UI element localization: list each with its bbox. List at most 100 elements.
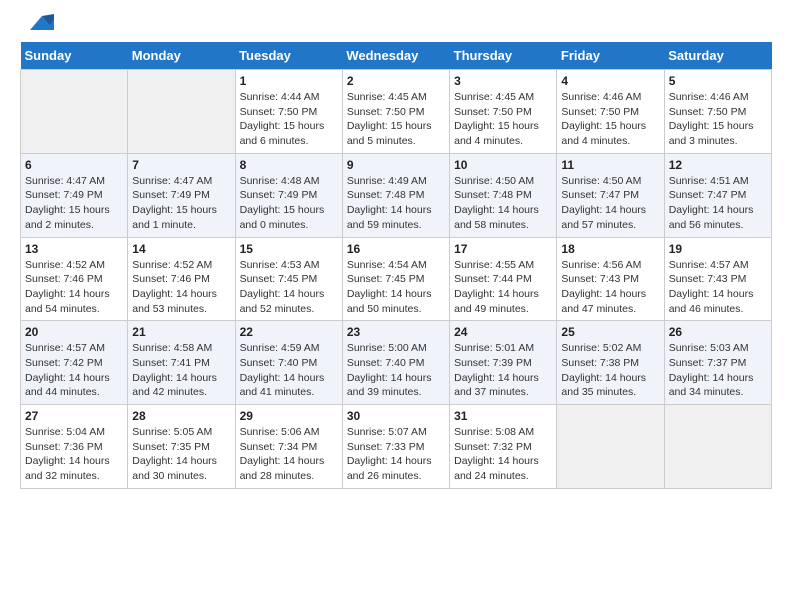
day-info: Sunrise: 4:52 AMSunset: 7:46 PMDaylight:… [132, 258, 230, 317]
day-info: Sunrise: 4:50 AMSunset: 7:47 PMDaylight:… [561, 174, 659, 233]
day-number: 28 [132, 409, 230, 423]
day-number: 27 [25, 409, 123, 423]
day-number: 7 [132, 158, 230, 172]
day-cell-19: 19 Sunrise: 4:57 AMSunset: 7:43 PMDayligh… [664, 237, 771, 321]
day-cell-27: 27 Sunrise: 5:04 AMSunset: 7:36 PMDayligh… [21, 405, 128, 489]
day-number: 9 [347, 158, 445, 172]
page-header [20, 20, 772, 32]
day-number: 29 [240, 409, 338, 423]
day-info: Sunrise: 4:59 AMSunset: 7:40 PMDaylight:… [240, 341, 338, 400]
weekday-header-thursday: Thursday [450, 42, 557, 70]
day-cell-28: 28 Sunrise: 5:05 AMSunset: 7:35 PMDayligh… [128, 405, 235, 489]
day-info: Sunrise: 4:57 AMSunset: 7:42 PMDaylight:… [25, 341, 123, 400]
day-cell-29: 29 Sunrise: 5:06 AMSunset: 7:34 PMDayligh… [235, 405, 342, 489]
day-info: Sunrise: 4:50 AMSunset: 7:48 PMDaylight:… [454, 174, 552, 233]
day-number: 1 [240, 74, 338, 88]
day-number: 25 [561, 325, 659, 339]
week-row-2: 6 Sunrise: 4:47 AMSunset: 7:49 PMDaylight… [21, 153, 772, 237]
day-cell-10: 10 Sunrise: 4:50 AMSunset: 7:48 PMDayligh… [450, 153, 557, 237]
day-number: 5 [669, 74, 767, 88]
day-info: Sunrise: 4:45 AMSunset: 7:50 PMDaylight:… [454, 90, 552, 149]
day-cell-18: 18 Sunrise: 4:56 AMSunset: 7:43 PMDayligh… [557, 237, 664, 321]
week-row-4: 20Sunrise: 4:57 AMSunset: 7:42 PMDayligh… [21, 321, 772, 405]
calendar-table: SundayMondayTuesdayWednesdayThursdayFrid… [20, 42, 772, 489]
weekday-header-sunday: Sunday [21, 42, 128, 70]
day-info: Sunrise: 4:44 AMSunset: 7:50 PMDaylight:… [240, 90, 338, 149]
day-number: 4 [561, 74, 659, 88]
weekday-header-monday: Monday [128, 42, 235, 70]
day-info: Sunrise: 4:51 AMSunset: 7:47 PMDaylight:… [669, 174, 767, 233]
day-info: Sunrise: 5:08 AMSunset: 7:32 PMDaylight:… [454, 425, 552, 484]
day-info: Sunrise: 5:07 AMSunset: 7:33 PMDaylight:… [347, 425, 445, 484]
day-info: Sunrise: 5:05 AMSunset: 7:35 PMDaylight:… [132, 425, 230, 484]
day-cell-3: 3 Sunrise: 4:45 AMSunset: 7:50 PMDaylight… [450, 70, 557, 154]
day-info: Sunrise: 5:00 AMSunset: 7:40 PMDaylight:… [347, 341, 445, 400]
logo-icon [22, 12, 54, 32]
day-info: Sunrise: 4:46 AMSunset: 7:50 PMDaylight:… [669, 90, 767, 149]
day-cell-8: 8 Sunrise: 4:48 AMSunset: 7:49 PMDaylight… [235, 153, 342, 237]
logo [20, 20, 54, 32]
day-info: Sunrise: 4:45 AMSunset: 7:50 PMDaylight:… [347, 90, 445, 149]
day-number: 24 [454, 325, 552, 339]
day-info: Sunrise: 5:02 AMSunset: 7:38 PMDaylight:… [561, 341, 659, 400]
day-cell-7: 7 Sunrise: 4:47 AMSunset: 7:49 PMDaylight… [128, 153, 235, 237]
day-cell-23: 23 Sunrise: 5:00 AMSunset: 7:40 PMDayligh… [342, 321, 449, 405]
day-cell-16: 16 Sunrise: 4:54 AMSunset: 7:45 PMDayligh… [342, 237, 449, 321]
empty-cell [128, 70, 235, 154]
day-info: Sunrise: 4:47 AMSunset: 7:49 PMDaylight:… [25, 174, 123, 233]
day-cell-5: 5 Sunrise: 4:46 AMSunset: 7:50 PMDaylight… [664, 70, 771, 154]
day-cell-2: 2 Sunrise: 4:45 AMSunset: 7:50 PMDaylight… [342, 70, 449, 154]
day-number: 19 [669, 242, 767, 256]
day-number: 8 [240, 158, 338, 172]
day-number: 13 [25, 242, 123, 256]
day-info: Sunrise: 4:56 AMSunset: 7:43 PMDaylight:… [561, 258, 659, 317]
weekday-header-tuesday: Tuesday [235, 42, 342, 70]
day-info: Sunrise: 4:58 AMSunset: 7:41 PMDaylight:… [132, 341, 230, 400]
day-cell-4: 4 Sunrise: 4:46 AMSunset: 7:50 PMDaylight… [557, 70, 664, 154]
day-info: Sunrise: 4:48 AMSunset: 7:49 PMDaylight:… [240, 174, 338, 233]
day-cell-30: 30 Sunrise: 5:07 AMSunset: 7:33 PMDayligh… [342, 405, 449, 489]
day-info: Sunrise: 5:01 AMSunset: 7:39 PMDaylight:… [454, 341, 552, 400]
day-cell-9: 9 Sunrise: 4:49 AMSunset: 7:48 PMDaylight… [342, 153, 449, 237]
day-info: Sunrise: 5:06 AMSunset: 7:34 PMDaylight:… [240, 425, 338, 484]
day-number: 22 [240, 325, 338, 339]
day-number: 15 [240, 242, 338, 256]
day-info: Sunrise: 4:47 AMSunset: 7:49 PMDaylight:… [132, 174, 230, 233]
day-number: 30 [347, 409, 445, 423]
day-cell-26: 26Sunrise: 5:03 AMSunset: 7:37 PMDayligh… [664, 321, 771, 405]
day-number: 16 [347, 242, 445, 256]
day-info: Sunrise: 4:49 AMSunset: 7:48 PMDaylight:… [347, 174, 445, 233]
day-cell-21: 21 Sunrise: 4:58 AMSunset: 7:41 PMDayligh… [128, 321, 235, 405]
day-info: Sunrise: 4:53 AMSunset: 7:45 PMDaylight:… [240, 258, 338, 317]
weekday-header-row: SundayMondayTuesdayWednesdayThursdayFrid… [21, 42, 772, 70]
day-cell-25: 25 Sunrise: 5:02 AMSunset: 7:38 PMDayligh… [557, 321, 664, 405]
day-number: 6 [25, 158, 123, 172]
day-number: 14 [132, 242, 230, 256]
weekday-header-friday: Friday [557, 42, 664, 70]
day-info: Sunrise: 4:54 AMSunset: 7:45 PMDaylight:… [347, 258, 445, 317]
day-number: 21 [132, 325, 230, 339]
day-cell-20: 20Sunrise: 4:57 AMSunset: 7:42 PMDayligh… [21, 321, 128, 405]
day-number: 2 [347, 74, 445, 88]
day-info: Sunrise: 5:03 AMSunset: 7:37 PMDaylight:… [669, 341, 767, 400]
day-number: 31 [454, 409, 552, 423]
day-cell-24: 24 Sunrise: 5:01 AMSunset: 7:39 PMDayligh… [450, 321, 557, 405]
day-number: 10 [454, 158, 552, 172]
day-cell-14: 14 Sunrise: 4:52 AMSunset: 7:46 PMDayligh… [128, 237, 235, 321]
day-info: Sunrise: 5:04 AMSunset: 7:36 PMDaylight:… [25, 425, 123, 484]
day-number: 23 [347, 325, 445, 339]
day-cell-13: 13 Sunrise: 4:52 AMSunset: 7:46 PMDayligh… [21, 237, 128, 321]
day-cell-22: 22 Sunrise: 4:59 AMSunset: 7:40 PMDayligh… [235, 321, 342, 405]
day-cell-6: 6 Sunrise: 4:47 AMSunset: 7:49 PMDaylight… [21, 153, 128, 237]
day-number: 17 [454, 242, 552, 256]
day-number: 18 [561, 242, 659, 256]
day-number: 3 [454, 74, 552, 88]
empty-cell [664, 405, 771, 489]
weekday-header-saturday: Saturday [664, 42, 771, 70]
day-info: Sunrise: 4:46 AMSunset: 7:50 PMDaylight:… [561, 90, 659, 149]
week-row-3: 13 Sunrise: 4:52 AMSunset: 7:46 PMDayligh… [21, 237, 772, 321]
day-number: 11 [561, 158, 659, 172]
day-info: Sunrise: 4:52 AMSunset: 7:46 PMDaylight:… [25, 258, 123, 317]
day-info: Sunrise: 4:57 AMSunset: 7:43 PMDaylight:… [669, 258, 767, 317]
empty-cell [557, 405, 664, 489]
